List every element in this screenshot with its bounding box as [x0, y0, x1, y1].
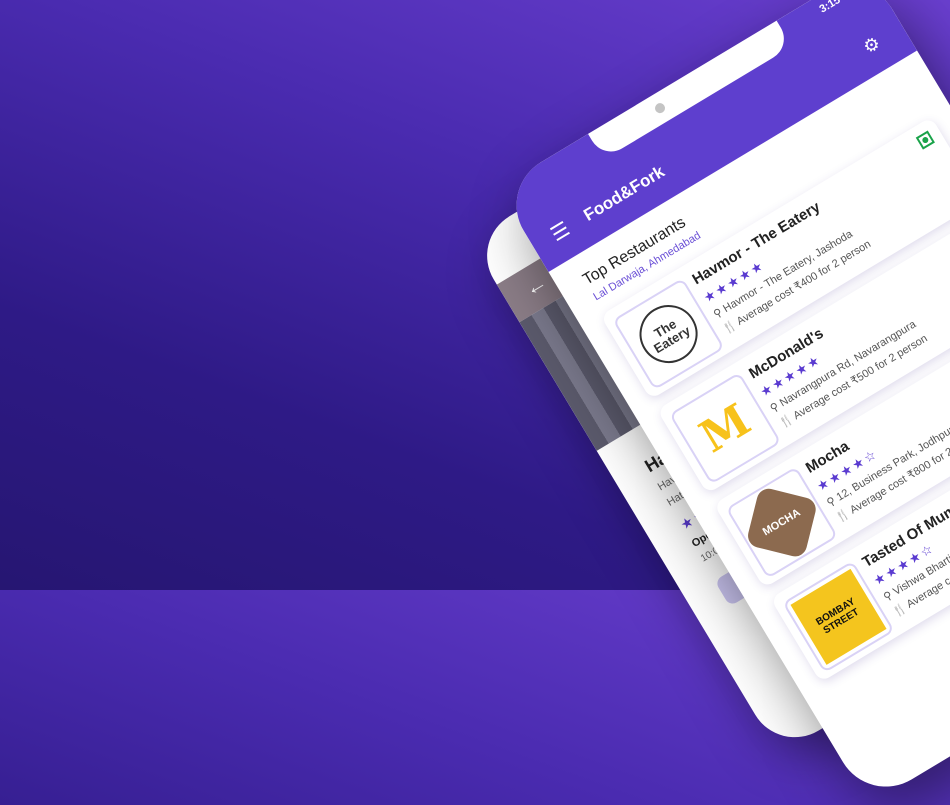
back-arrow-icon[interactable]: ←	[520, 269, 552, 302]
camera-icon	[653, 101, 667, 116]
status-time: 3:15	[817, 0, 843, 16]
status-bar: 3:15	[818, 0, 843, 16]
front-phone-mockup: 3:15 ☰ Food&Fork ⚙ Top Restaurants Lal D…	[498, 0, 950, 805]
veg-indicator-icon	[915, 130, 935, 150]
mcdonalds-logo-icon: M	[691, 393, 760, 463]
eatery-logo-icon: The Eatery	[628, 294, 709, 374]
hamburger-menu-icon[interactable]: ☰	[547, 218, 574, 246]
app-title: Food&Fork	[580, 161, 668, 225]
filter-icon[interactable]: ⚙	[860, 32, 885, 58]
bombay-street-logo-icon: BOMBAY STREET	[790, 568, 887, 665]
mocha-logo-icon: MOCHA	[745, 486, 819, 559]
